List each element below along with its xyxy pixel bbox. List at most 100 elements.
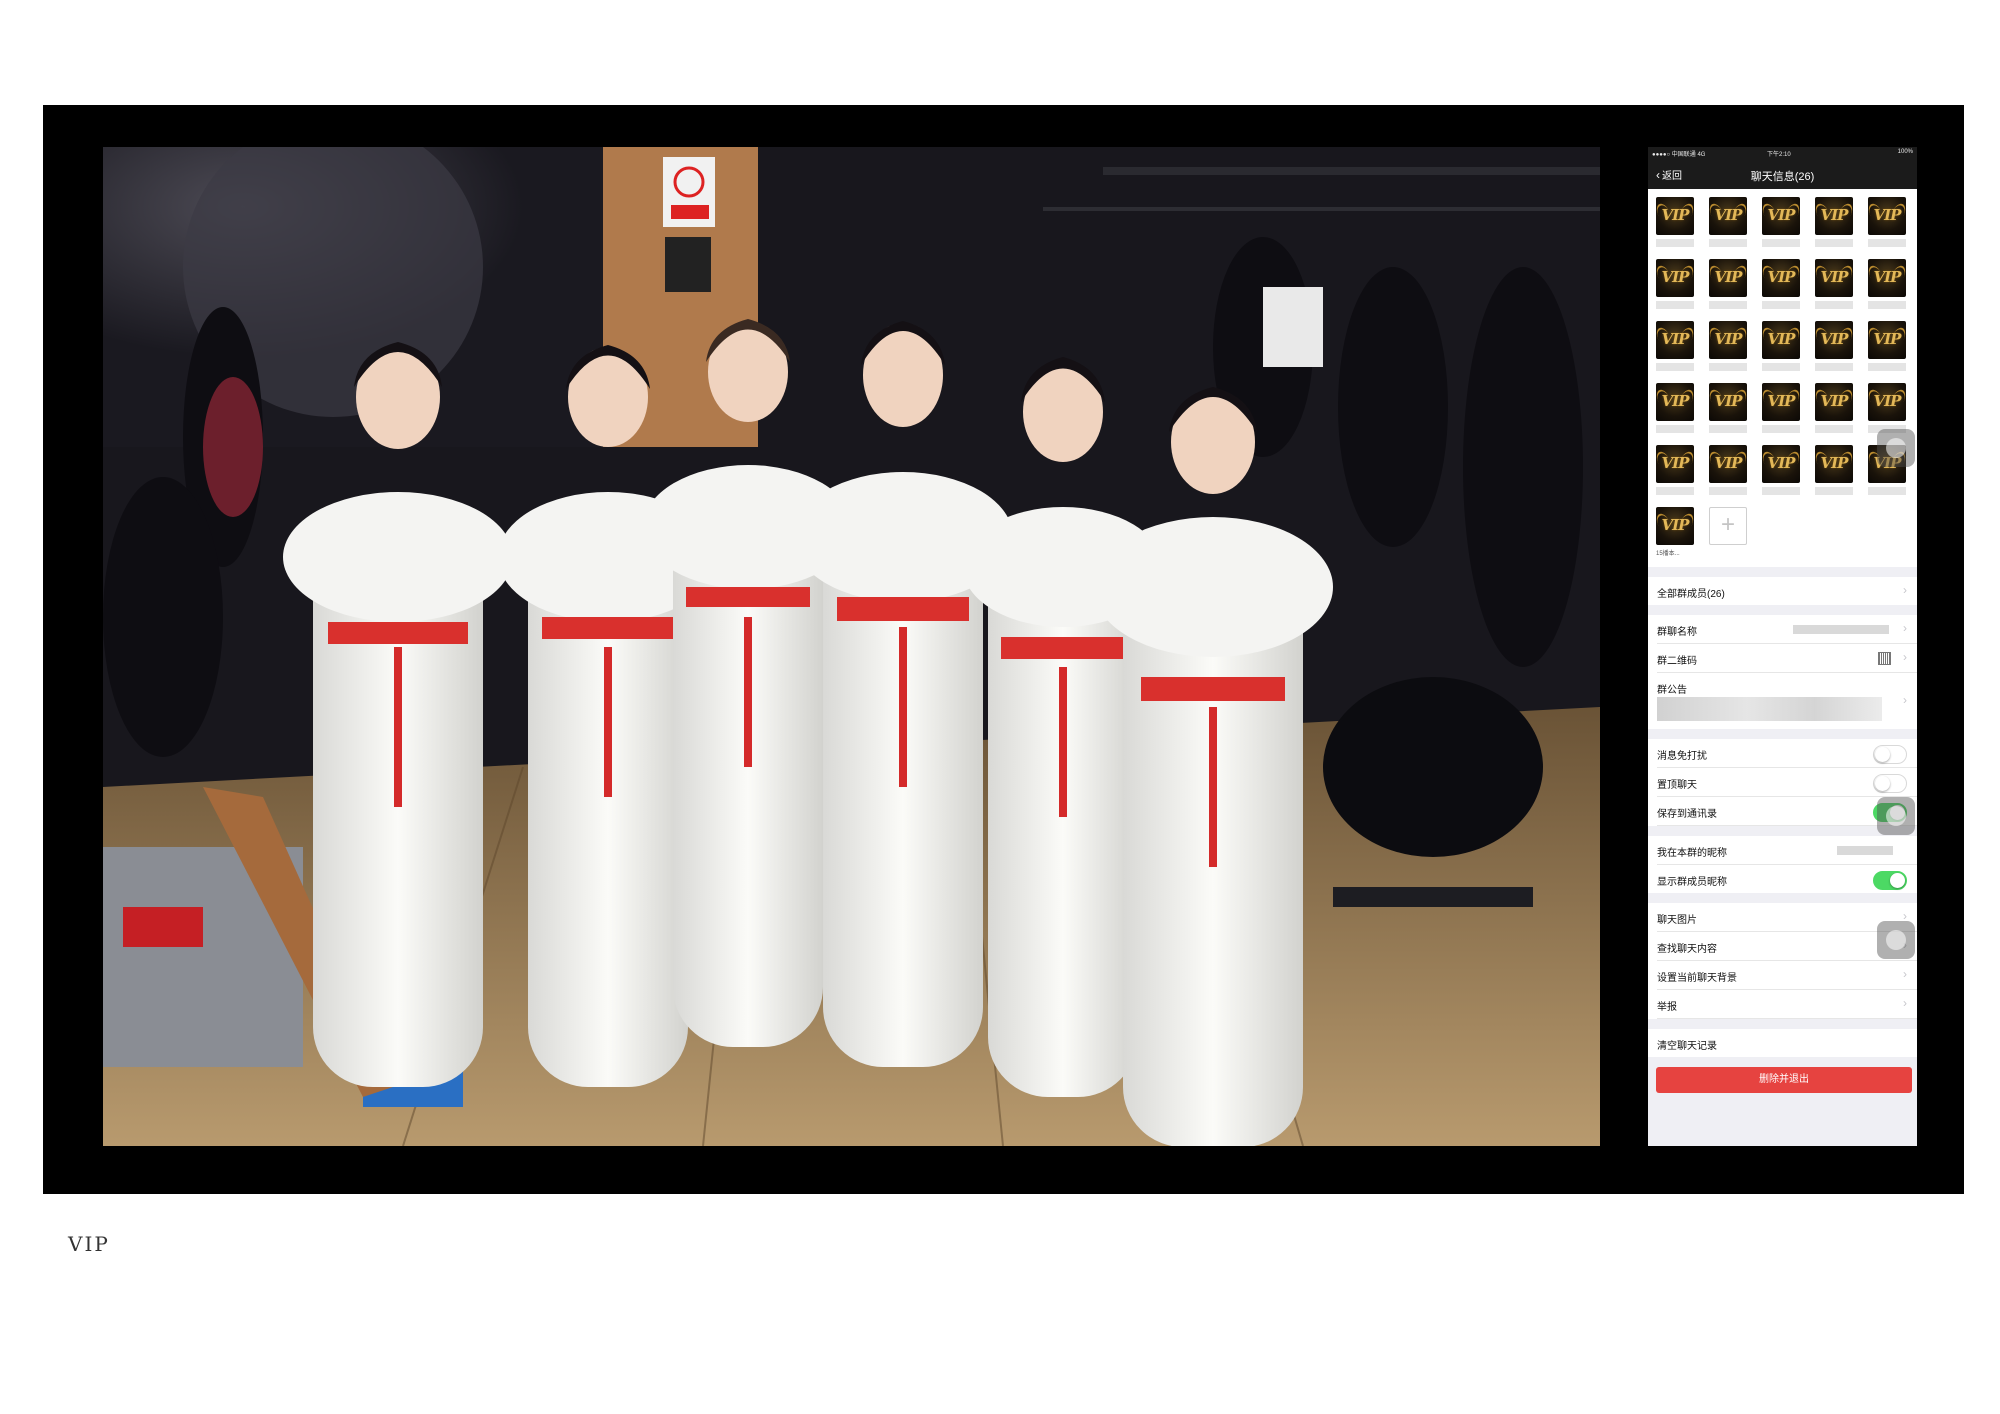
blurred-member-name xyxy=(1709,425,1747,433)
member-item[interactable]: VIP xyxy=(1709,321,1747,375)
blurred-member-name xyxy=(1709,301,1747,309)
assistive-touch-button[interactable] xyxy=(1877,921,1915,959)
show-nicknames-toggle[interactable] xyxy=(1873,871,1907,890)
my-nickname-row[interactable]: 我在本群的昵称 xyxy=(1657,836,1917,865)
vip-text: VIP xyxy=(1767,392,1796,410)
vip-avatar-icon: VIP xyxy=(1709,197,1747,235)
group-notice-row[interactable]: 群公告 › xyxy=(1657,673,1917,729)
group-photo xyxy=(103,147,1600,1146)
blurred-member-name xyxy=(1656,239,1694,247)
vip-avatar-icon: VIP xyxy=(1656,445,1694,483)
mute-toggle[interactable] xyxy=(1873,745,1907,764)
member-item[interactable]: VIP xyxy=(1815,321,1853,375)
vip-avatar-icon: VIP xyxy=(1868,383,1906,421)
page-title: 聊天信息(26) xyxy=(1750,171,1815,183)
blurred-member-name xyxy=(1815,487,1853,495)
chevron-right-icon: › xyxy=(1903,967,1907,981)
vip-text: VIP xyxy=(1767,454,1796,472)
group-qr-row[interactable]: 群二维码 › xyxy=(1657,644,1917,673)
vip-avatar-icon: VIP xyxy=(1762,197,1800,235)
blurred-member-name xyxy=(1868,363,1906,371)
chevron-right-icon: › xyxy=(1903,693,1907,707)
member-item[interactable]: VIP xyxy=(1709,259,1747,313)
blurred-member-name xyxy=(1868,487,1906,495)
vip-text: VIP xyxy=(1714,454,1743,472)
member-item[interactable]: VIP xyxy=(1815,445,1853,499)
vip-text: VIP xyxy=(1661,330,1690,348)
assistive-touch-button[interactable] xyxy=(1877,797,1915,835)
clear-history-section: 清空聊天记录 xyxy=(1648,1029,1917,1057)
nav-bar: ‹ 返回 聊天信息(26) xyxy=(1648,159,1917,189)
member-grid-section: VIP VIP VIP VIP VIP VIP VIP VIP VIP VIP VIP VIP VIP V… xyxy=(1648,189,1917,567)
vip-text: VIP xyxy=(1873,330,1902,348)
vip-text: VIP xyxy=(1714,392,1743,410)
vip-text: VIP xyxy=(1820,268,1849,286)
all-members-row[interactable]: 全部群成员(26) › xyxy=(1657,577,1917,605)
member-item[interactable]: VIP xyxy=(1868,259,1906,313)
vip-avatar-icon: VIP xyxy=(1868,197,1906,235)
vip-text: VIP xyxy=(1661,392,1690,410)
blurred-member-name xyxy=(1656,487,1694,495)
blurred-member-name xyxy=(1656,301,1694,309)
blurred-group-name xyxy=(1793,625,1889,634)
set-background-row[interactable]: 设置当前聊天背景 › xyxy=(1657,961,1917,990)
vip-avatar-icon: VIP xyxy=(1656,383,1694,421)
group-name-row[interactable]: 群聊名称 › xyxy=(1657,615,1917,644)
vip-text: VIP xyxy=(1820,392,1849,410)
member-item[interactable]: VIP 15播本... xyxy=(1656,507,1694,561)
nickname-section: 我在本群的昵称 显示群成员昵称 xyxy=(1648,836,1917,893)
member-item[interactable]: VIP xyxy=(1656,259,1694,313)
add-member-item[interactable]: + xyxy=(1709,507,1747,561)
add-member-button[interactable]: + xyxy=(1709,507,1747,545)
member-item[interactable]: VIP xyxy=(1656,321,1694,375)
member-item[interactable]: VIP xyxy=(1762,197,1800,251)
vip-avatar-icon: VIP xyxy=(1656,507,1694,545)
vip-text: VIP xyxy=(1661,206,1690,224)
report-row[interactable]: 举报 › xyxy=(1657,990,1917,1019)
blurred-member-name xyxy=(1815,239,1853,247)
blurred-member-name xyxy=(1815,425,1853,433)
clear-history-row[interactable]: 清空聊天记录 xyxy=(1657,1029,1917,1057)
pin-row: 置顶聊天 xyxy=(1657,768,1917,797)
member-item[interactable]: VIP xyxy=(1656,445,1694,499)
chat-tools-section: 聊天图片 › 查找聊天内容 › 设置当前聊天背景 › 举报 › xyxy=(1648,903,1917,1019)
vip-avatar-icon: VIP xyxy=(1762,445,1800,483)
vip-text: VIP xyxy=(1714,268,1743,286)
member-item[interactable]: VIP xyxy=(1656,383,1694,437)
member-item[interactable]: VIP xyxy=(1656,197,1694,251)
blurred-member-name xyxy=(1868,239,1906,247)
member-item[interactable]: VIP xyxy=(1762,259,1800,313)
blurred-member-name xyxy=(1709,487,1747,495)
caption: VIP xyxy=(68,1232,110,1256)
chevron-right-icon: › xyxy=(1903,996,1907,1010)
vip-avatar-icon: VIP xyxy=(1762,259,1800,297)
member-item[interactable]: VIP xyxy=(1709,445,1747,499)
member-item[interactable]: VIP xyxy=(1762,383,1800,437)
blurred-nickname xyxy=(1837,846,1893,855)
group-members-section: 全部群成员(26) › xyxy=(1648,577,1917,605)
chevron-right-icon: › xyxy=(1903,650,1907,664)
blurred-member-name xyxy=(1709,239,1747,247)
assistive-touch-button[interactable] xyxy=(1877,429,1915,467)
member-item[interactable]: VIP xyxy=(1709,383,1747,437)
delete-and-exit-button[interactable]: 删除并退出 xyxy=(1656,1067,1912,1093)
blurred-member-name xyxy=(1762,301,1800,309)
member-item[interactable]: VIP xyxy=(1762,321,1800,375)
blurred-member-name xyxy=(1656,363,1694,371)
vip-text: VIP xyxy=(1873,206,1902,224)
member-item[interactable]: VIP xyxy=(1762,445,1800,499)
member-item[interactable]: VIP xyxy=(1868,321,1906,375)
vip-text: VIP xyxy=(1820,454,1849,472)
vip-avatar-icon: VIP xyxy=(1815,445,1853,483)
member-item[interactable]: VIP xyxy=(1815,259,1853,313)
vip-avatar-icon: VIP xyxy=(1656,197,1694,235)
member-item[interactable]: VIP xyxy=(1815,383,1853,437)
member-item[interactable]: VIP xyxy=(1868,197,1906,251)
black-frame: ●●●●○ 中国联通 4G 下午2:10 100% ‹ 返回 聊天信息(26) V… xyxy=(43,105,1964,1194)
vip-text: VIP xyxy=(1820,330,1849,348)
clock-label: 下午2:10 xyxy=(1767,152,1791,158)
member-item[interactable]: VIP xyxy=(1815,197,1853,251)
member-item[interactable]: VIP xyxy=(1709,197,1747,251)
pin-toggle[interactable] xyxy=(1873,774,1907,793)
vip-avatar-icon: VIP xyxy=(1709,383,1747,421)
